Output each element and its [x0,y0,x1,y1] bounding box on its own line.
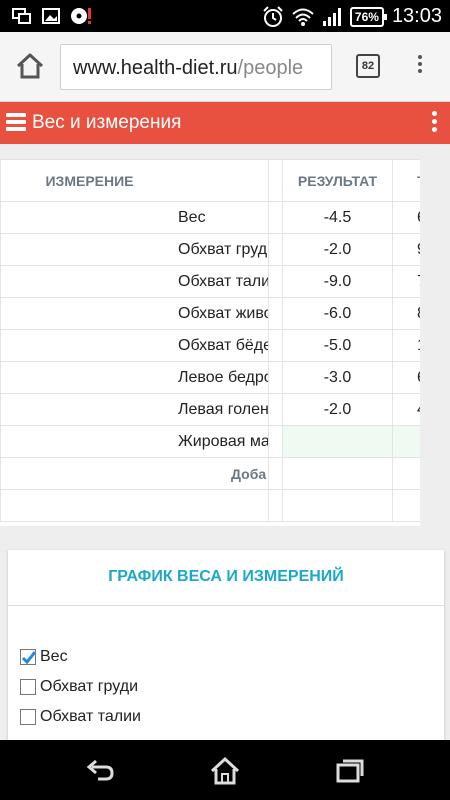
header-current[interactable]: Т [392,159,420,202]
checkbox-waist[interactable]: Обхват талии [20,708,141,726]
table-row: Жировая масса [0,425,420,458]
table-header-row: Измерение Результат Т [0,159,420,202]
header-gap [268,159,283,202]
row-name: Вес [0,201,269,234]
battery-icon: 76% [349,6,387,27]
chart-card: График веса и измерений Вес Обхват груди… [8,550,444,750]
row-current: 6 [392,361,420,394]
clock: 13:03 [391,5,442,27]
site-header: Вес и измерения [0,102,450,144]
status-bar: 76% 13:03 [0,0,450,32]
browser-menu-icon[interactable] [410,52,430,82]
table-row: Обхват талии -9.0 7 [0,265,420,298]
url-domain: www.health-diet.ru [73,57,238,79]
hamburger-menu-icon[interactable] [6,113,26,133]
checkbox-checked-icon[interactable] [20,649,37,665]
row-current [392,425,420,458]
row-result: -3.0 [282,361,393,394]
table-row: Левая голень -2.0 4 [0,393,420,426]
browser-toolbar: www.health-diet.ru/people 82 [0,32,450,102]
row-result: -2.0 [282,393,393,426]
page-title: Вес и измерения [32,112,182,133]
row-name: Обхват груди [0,233,269,266]
row-name: Жировая масса [0,425,269,458]
table-row: Обхват живота -6.0 8 [0,297,420,330]
row-result: -9.0 [282,265,393,298]
row-result [282,425,393,458]
row-result: -6.0 [282,297,393,330]
signal-icon [322,7,341,26]
recent-apps-icon[interactable] [334,755,366,787]
chart-card-title: График веса и измерений [8,550,444,606]
row-current: 8 [392,297,420,330]
screen-mirror-icon [12,8,31,24]
alert-disc-icon [71,8,91,24]
add-measurement-link[interactable]: Доба [0,457,269,490]
table-row: Вес -4.5 67 [0,201,420,234]
table-row: Обхват бёдер -5.0 10 [0,329,420,362]
checkbox-chest[interactable]: Обхват груди [20,678,138,696]
header-result[interactable]: Результат [282,159,393,202]
system-nav-bar [0,740,450,800]
row-current: 4 [392,393,420,426]
home-nav-icon[interactable] [209,755,241,787]
empty-row [0,489,420,522]
checkbox-label: Обхват груди [40,678,139,695]
measurements-table: Измерение Результат Т Вес -4.5 67 Обхват… [0,159,420,526]
row-result: -5.0 [282,329,393,362]
row-name: Обхват талии [0,265,269,298]
address-bar[interactable]: www.health-diet.ru/people [60,44,332,90]
home-icon[interactable] [14,50,46,82]
alarm-icon [263,5,283,27]
row-current: 9 [392,233,420,266]
row-current: 7 [392,265,420,298]
back-icon[interactable] [84,755,116,787]
row-name: Обхват живота [0,297,269,330]
photo-icon [42,8,60,24]
url-path: /people [237,57,304,79]
row-current: 10 [392,329,420,362]
row-name: Левое бедро [0,361,269,394]
checkbox-weight[interactable]: Вес [20,648,68,666]
header-measurement[interactable]: Измерение [0,159,269,202]
row-name: Левая голень [0,393,269,426]
row-result: -2.0 [282,233,393,266]
checkbox-unchecked-icon[interactable] [20,709,36,725]
table-row: Обхват груди -2.0 9 [0,233,420,266]
tab-switcher-button[interactable]: 82 [356,54,380,78]
more-options-icon[interactable] [428,111,440,135]
add-row: Доба [0,457,420,490]
wifi-icon [292,8,314,26]
table-row: Левое бедро -3.0 6 [0,361,420,394]
checkbox-label: Вес [40,648,68,665]
checkbox-unchecked-icon[interactable] [20,679,36,695]
row-result: -4.5 [282,201,393,234]
row-name: Обхват бёдер [0,329,269,362]
checkbox-label: Обхват талии [40,708,141,725]
row-current: 67 [392,201,420,234]
